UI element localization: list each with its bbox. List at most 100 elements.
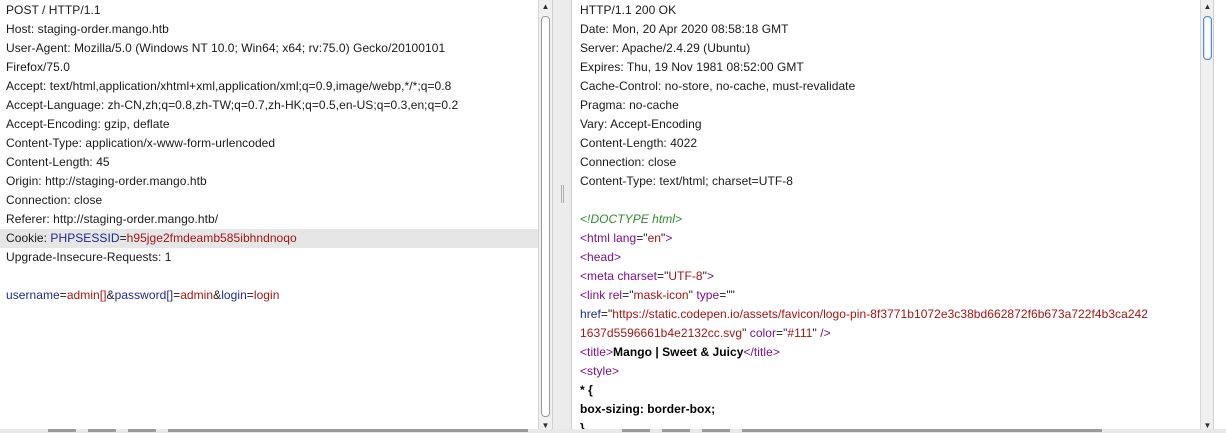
response-token: Vary: Accept-Encoding (580, 117, 702, 131)
toolbar-edge (662, 429, 690, 432)
request-token: PHPSESSID (50, 231, 120, 245)
response-token: =" (636, 231, 648, 245)
response-line[interactable]: <title>Mango | Sweet & Juicy</title> (572, 343, 1200, 362)
request-line[interactable]: Origin: http://staging-order.mango.htb (0, 172, 538, 191)
response-line[interactable]: <style> (572, 362, 1200, 381)
search-field-edge (168, 429, 528, 432)
request-line[interactable]: User-Agent: Mozilla/5.0 (Windows NT 10.0… (0, 39, 538, 58)
response-line[interactable]: Expires: Thu, 19 Nov 1981 08:52:00 GMT (572, 58, 1200, 77)
request-pane[interactable]: POST / HTTP/1.1 Host: staging-order.mango… (0, 0, 538, 433)
response-token: UTF-8 (668, 269, 703, 283)
response-token: HTTP/1.1 200 OK (580, 3, 677, 17)
request-line[interactable]: Accept-Encoding: gzip, deflate (0, 115, 538, 134)
request-line[interactable]: Accept: text/html,application/xhtml+xml,… (0, 77, 538, 96)
response-text[interactable]: HTTP/1.1 200 OK Date: Mon, 20 Apr 2020 08… (572, 0, 1200, 433)
request-token: Origin: http://staging-order.mango.htb (6, 174, 207, 188)
request-token: = (59, 288, 67, 302)
response-token: Mango | Sweet & Juicy (613, 345, 744, 359)
request-text[interactable]: POST / HTTP/1.1 Host: staging-order.mango… (0, 0, 538, 305)
request-line[interactable] (0, 267, 538, 286)
request-token: = (246, 288, 254, 302)
request-token: Upgrade-Insecure-Requests: 1 (6, 250, 172, 264)
request-token: username (6, 288, 60, 302)
request-token: password[] (114, 288, 174, 302)
response-line[interactable]: HTTP/1.1 200 OK (572, 1, 1200, 20)
response-token: " (742, 326, 750, 340)
response-line[interactable]: box-sizing: border-box; (572, 400, 1200, 419)
request-token: admin (180, 288, 214, 302)
response-token: > (706, 269, 715, 283)
request-scrollbar[interactable]: ▲ ▼ (538, 0, 552, 433)
response-token: https://static.codepen.io/assets/favicon… (612, 307, 1148, 321)
response-token: Server: Apache/2.4.29 (Ubuntu) (580, 41, 751, 55)
toolbar-edge (88, 429, 116, 432)
divider-grip-icon[interactable] (561, 185, 564, 203)
response-line[interactable]: <meta charset="UTF-8"> (572, 267, 1200, 286)
response-token: mask-icon (633, 288, 689, 302)
request-line[interactable]: Content-Length: 45 (0, 153, 538, 172)
response-line[interactable]: Vary: Accept-Encoding (572, 115, 1200, 134)
request-token: Content-Length: 45 (6, 155, 110, 169)
request-token: User-Agent: Mozilla/5.0 (Windows NT 10.0… (6, 41, 446, 55)
response-line[interactable]: Pragma: no-cache (572, 96, 1200, 115)
response-line[interactable]: <head> (572, 248, 1200, 267)
response-line[interactable]: Content-Length: 4022 (572, 134, 1200, 153)
request-scroll-thumb[interactable] (541, 16, 550, 417)
request-token: Accept: text/html,application/xhtml+xml,… (6, 79, 452, 93)
response-token: <link (580, 288, 609, 302)
window-edge (1214, 0, 1226, 433)
request-line[interactable]: Accept-Language: zh-CN,zh;q=0.8,zh-TW;q=… (0, 96, 538, 115)
request-line[interactable]: Firefox/75.0 (0, 58, 538, 77)
response-token: charset (617, 269, 658, 283)
request-line[interactable]: Host: staging-order.mango.htb (0, 20, 538, 39)
response-scroll-thumb[interactable] (1203, 16, 1212, 60)
request-line[interactable]: POST / HTTP/1.1 (0, 1, 538, 20)
response-token: #111 (787, 326, 813, 340)
split-divider[interactable] (552, 0, 572, 433)
request-token: Content-Type: application/x-www-form-url… (6, 136, 276, 150)
response-token: /> (820, 326, 831, 340)
response-line[interactable] (572, 191, 1200, 210)
request-line[interactable]: Upgrade-Insecure-Requests: 1 (0, 248, 538, 267)
response-pane[interactable]: HTTP/1.1 200 OK Date: Mon, 20 Apr 2020 08… (572, 0, 1200, 433)
request-line[interactable]: Connection: close (0, 191, 538, 210)
response-line[interactable]: Date: Mon, 20 Apr 2020 08:58:18 GMT (572, 20, 1200, 39)
response-line[interactable]: * { (572, 381, 1200, 400)
response-line[interactable]: <!DOCTYPE html> (572, 210, 1200, 229)
response-token: type (696, 288, 720, 302)
request-line[interactable]: Referer: http://staging-order.mango.htb/ (0, 210, 538, 229)
response-token: > (665, 231, 673, 245)
request-token: Firefox/75.0 (6, 60, 70, 74)
response-line[interactable]: Cache-Control: no-store, no-cache, must-… (572, 77, 1200, 96)
response-line[interactable]: <html lang="en"> (572, 229, 1200, 248)
arrow-up-icon[interactable]: ▲ (539, 0, 552, 14)
response-token: Date: Mon, 20 Apr 2020 08:58:18 GMT (580, 22, 789, 36)
response-line[interactable]: <link rel="mask-icon" type="" (572, 286, 1200, 305)
request-line[interactable]: Cookie: PHPSESSID=h95jge2fmdeamb585ibhnd… (0, 229, 538, 248)
response-token: Expires: Thu, 19 Nov 1981 08:52:00 GMT (580, 60, 804, 74)
request-line[interactable]: Content-Type: application/x-www-form-url… (0, 134, 538, 153)
request-token: Accept-Encoding: gzip, deflate (6, 117, 170, 131)
response-line[interactable]: Connection: close (572, 153, 1200, 172)
request-token: = (119, 231, 127, 245)
response-token: color (749, 326, 777, 340)
request-token: Connection: close (6, 193, 103, 207)
response-line[interactable]: href="https://static.codepen.io/assets/f… (572, 305, 1200, 324)
toolbar-edge (622, 429, 650, 432)
response-token: =" (622, 288, 634, 302)
search-field-edge (742, 429, 1102, 432)
response-line[interactable]: Content-Type: text/html; charset=UTF-8 (572, 172, 1200, 191)
response-token: <style> (580, 364, 620, 378)
arrow-up-icon[interactable]: ▲ (1201, 0, 1214, 14)
response-line[interactable]: 1637d5596661b4e2132cc.svg" color="#111" … (572, 324, 1200, 343)
response-token: =" (776, 326, 788, 340)
response-line[interactable]: Server: Apache/2.4.29 (Ubuntu) (572, 39, 1200, 58)
http-message-viewer: POST / HTTP/1.1 Host: staging-order.mango… (0, 0, 1226, 433)
response-scrollbar[interactable]: ▲ ▼ (1200, 0, 1214, 433)
response-token: en (647, 231, 662, 245)
response-token: =" (600, 307, 613, 321)
response-token: <meta (580, 269, 618, 283)
request-line[interactable]: username=admin[]&password[]=admin&login=… (0, 286, 538, 305)
request-token: login (253, 288, 280, 302)
request-token: login (221, 288, 247, 302)
